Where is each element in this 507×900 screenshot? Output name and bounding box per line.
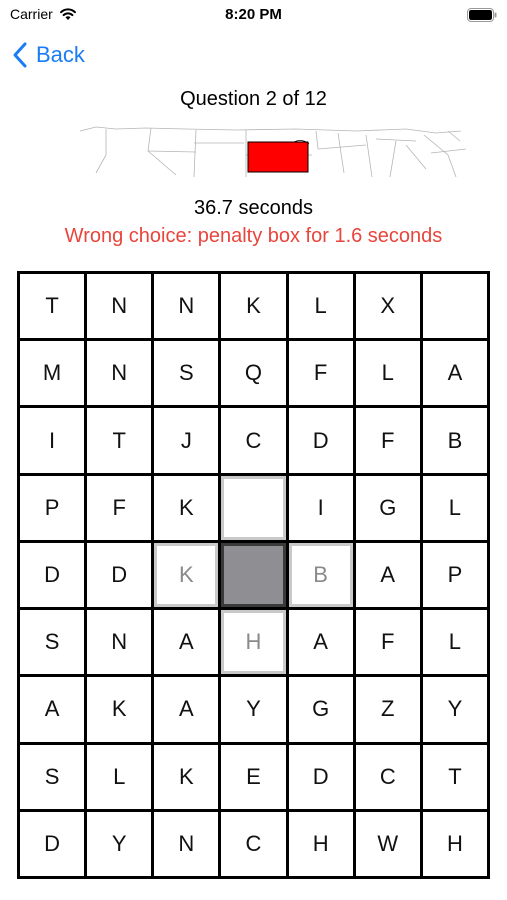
grid-cell[interactable]: L (288, 274, 353, 339)
grid-cell-selected[interactable] (221, 542, 286, 608)
grid-cell[interactable]: L (422, 475, 487, 540)
grid-cell[interactable]: H (422, 811, 487, 876)
grid-cell[interactable]: A (422, 341, 487, 406)
grid-cell[interactable]: G (288, 677, 353, 742)
grid-cell[interactable]: G (355, 475, 420, 540)
grid-cell[interactable]: N (154, 811, 219, 876)
us-map-image (79, 126, 466, 177)
grid-cell[interactable]: P (20, 475, 85, 540)
grid-cell[interactable]: S (20, 744, 85, 809)
grid-cell[interactable]: L (355, 341, 420, 406)
status-bar: Carrier 8:20 PM (0, 0, 507, 32)
grid-cell[interactable]: F (87, 475, 152, 540)
grid-cell[interactable]: K (154, 475, 219, 540)
grid-cell[interactable]: N (87, 341, 152, 406)
grid-cell[interactable]: A (355, 542, 420, 608)
grid-cell[interactable]: N (154, 274, 219, 339)
grid-cell[interactable]: T (422, 744, 487, 809)
grid-cell[interactable]: D (20, 542, 85, 608)
battery-icon (467, 8, 497, 22)
grid-cell[interactable]: E (221, 744, 286, 809)
penalty-message: Wrong choice: penalty box for 1.6 second… (64, 225, 443, 247)
grid-cell[interactable]: N (87, 610, 152, 675)
grid-cell[interactable]: B (288, 542, 353, 608)
grid-cell[interactable]: H (288, 811, 353, 876)
grid-cell[interactable]: C (221, 408, 286, 473)
grid-cell[interactable]: C (355, 744, 420, 809)
grid-cell[interactable]: K (221, 274, 286, 339)
grid-cell[interactable]: Y (221, 677, 286, 742)
grid-cell[interactable]: J (154, 408, 219, 473)
grid-cell[interactable]: P (422, 542, 487, 608)
grid-cell[interactable]: Y (422, 677, 487, 742)
grid-cell[interactable]: K (87, 677, 152, 742)
grid-cell[interactable]: I (20, 408, 85, 473)
chevron-left-icon (13, 42, 27, 68)
grid-cell[interactable]: M (20, 341, 85, 406)
grid-cell[interactable]: D (87, 542, 152, 608)
grid-cell[interactable]: A (154, 677, 219, 742)
grid-cell[interactable]: K (154, 744, 219, 809)
grid-cell[interactable]: K (154, 542, 219, 608)
grid-cell[interactable]: L (87, 744, 152, 809)
grid-cell[interactable]: F (288, 341, 353, 406)
question-title: Question 2 of 12 (180, 88, 327, 110)
grid-cell[interactable]: D (288, 408, 353, 473)
grid-cell[interactable]: T (87, 408, 152, 473)
grid-cell[interactable]: A (288, 610, 353, 675)
grid-cell[interactable]: D (20, 811, 85, 876)
grid-cell[interactable]: T (20, 274, 85, 339)
grid-cell[interactable]: I (288, 475, 353, 540)
grid-cell[interactable]: S (20, 610, 85, 675)
timer-text: 36.7 seconds (194, 197, 313, 219)
grid-cell[interactable]: S (154, 341, 219, 406)
grid-cell[interactable]: N (87, 274, 152, 339)
grid-cell[interactable]: Y (87, 811, 152, 876)
grid-cell[interactable]: Q (221, 341, 286, 406)
letter-grid: TNNKLXMNSQFLAITJCDFBPFKIGLDDKBAPSNAHAFLA… (17, 271, 490, 879)
grid-cell[interactable]: H (221, 610, 286, 675)
highlighted-state (247, 141, 309, 173)
grid-cell[interactable] (422, 274, 487, 339)
status-time: 8:20 PM (225, 6, 282, 23)
grid-cell[interactable]: W (355, 811, 420, 876)
back-label: Back (36, 42, 85, 67)
grid-cell[interactable] (221, 475, 286, 540)
grid-cell[interactable]: Z (355, 677, 420, 742)
grid-cell[interactable]: A (154, 610, 219, 675)
grid-cell[interactable]: C (221, 811, 286, 876)
grid-cell[interactable]: A (20, 677, 85, 742)
grid-cell[interactable]: F (355, 408, 420, 473)
grid-cell[interactable]: L (422, 610, 487, 675)
grid-cell[interactable]: B (422, 408, 487, 473)
grid-cell[interactable]: D (288, 744, 353, 809)
back-button[interactable]: Back (12, 42, 85, 68)
grid-cell[interactable]: F (355, 610, 420, 675)
grid-cell[interactable]: X (355, 274, 420, 339)
